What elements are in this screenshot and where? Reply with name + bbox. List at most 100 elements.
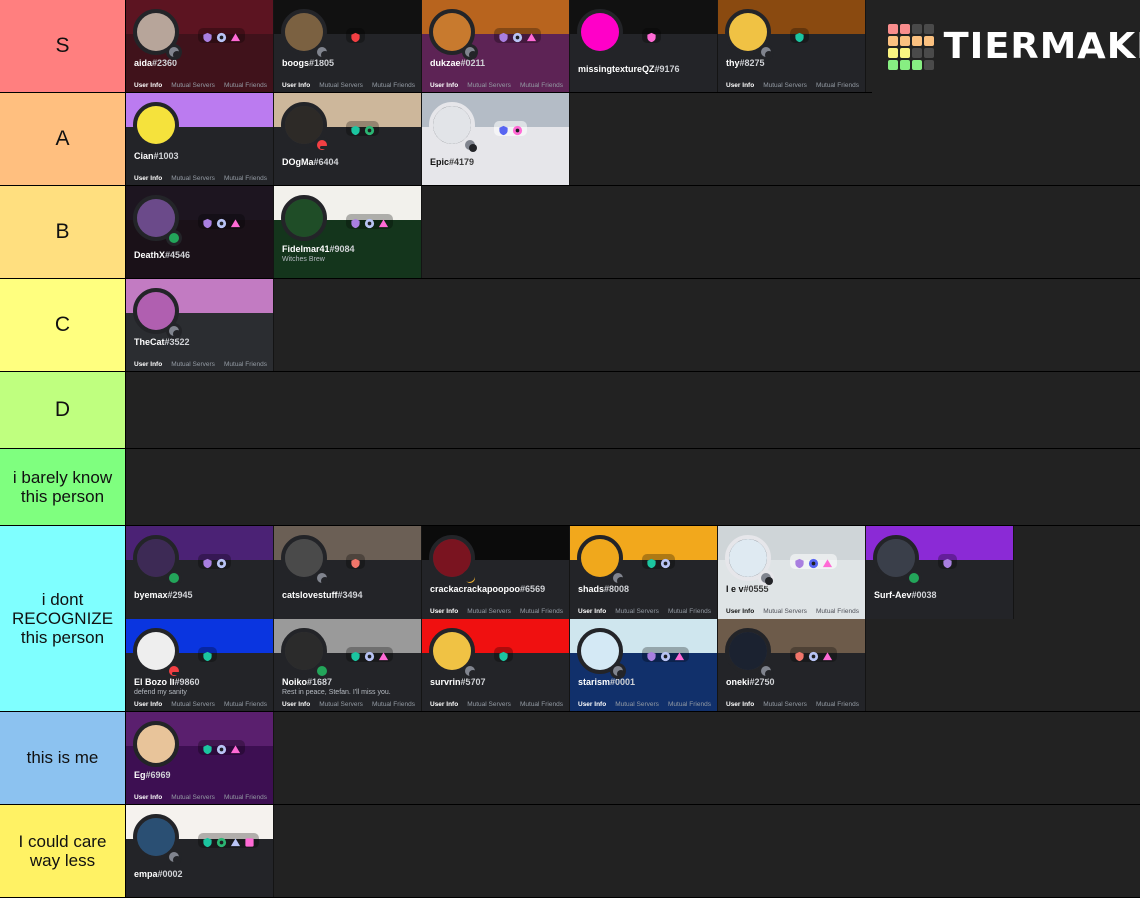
user-card[interactable]: Eg#6969 User Info Mutual Servers Mutual … <box>126 712 274 804</box>
card-tabs[interactable]: User Info Mutual Servers Mutual Friends <box>578 608 711 615</box>
user-card[interactable]: shads#8008 User Info Mutual Servers Mutu… <box>570 526 718 619</box>
tab-mutual-servers[interactable]: Mutual Servers <box>171 701 215 708</box>
avatar[interactable] <box>281 195 327 241</box>
user-card[interactable]: Epic#4179 <box>422 93 570 185</box>
card-tabs[interactable]: User Info Mutual Servers Mutual Friends <box>134 82 267 89</box>
avatar[interactable] <box>577 9 623 55</box>
card-tabs[interactable]: User Info Mutual Servers Mutual Friends <box>430 608 563 615</box>
tab-mutual-servers[interactable]: Mutual Servers <box>615 701 659 708</box>
tab-mutual-servers[interactable]: Mutual Servers <box>171 175 215 182</box>
card-tabs[interactable]: User Info Mutual Servers Mutual Friends <box>134 175 267 182</box>
tier-label-4[interactable]: C <box>0 279 126 371</box>
avatar[interactable] <box>133 721 179 767</box>
user-card[interactable]: TheCat#3522 User Info Mutual Servers Mut… <box>126 279 274 371</box>
user-card[interactable]: DeathX#4546 <box>126 186 274 278</box>
tier-label-8[interactable]: this is me <box>0 712 126 804</box>
tier-items[interactable] <box>126 449 1140 525</box>
tab-user-info[interactable]: User Info <box>430 608 458 615</box>
tab-mutual-servers[interactable]: Mutual Servers <box>467 608 511 615</box>
card-tabs[interactable]: User Info Mutual Servers Mutual Friends <box>134 701 267 708</box>
card-tabs[interactable]: User Info Mutual Servers Mutual Friends <box>726 701 859 708</box>
tab-user-info[interactable]: User Info <box>134 175 162 182</box>
avatar[interactable] <box>133 102 179 148</box>
tier-items[interactable]: TheCat#3522 User Info Mutual Servers Mut… <box>126 279 1140 371</box>
tab-user-info[interactable]: User Info <box>726 701 754 708</box>
tab-user-info[interactable]: User Info <box>726 82 754 89</box>
tier-label-7[interactable]: i dont RECOGNIZE this person <box>0 526 126 711</box>
tier-items[interactable]: Cian#1003 User Info Mutual Servers Mutua… <box>126 93 1140 185</box>
tier-label-6[interactable]: i barely know this person <box>0 449 126 525</box>
user-card[interactable]: I e v#0555 User Info Mutual Servers Mutu… <box>718 526 866 619</box>
tab-mutual-friends[interactable]: Mutual Friends <box>224 701 267 708</box>
user-card[interactable]: empa#0002 <box>126 805 274 897</box>
card-tabs[interactable]: User Info Mutual Servers Mutual Friends <box>726 82 859 89</box>
user-card[interactable]: DOgMa#6404 <box>274 93 422 185</box>
tab-mutual-friends[interactable]: Mutual Friends <box>224 175 267 182</box>
tab-user-info[interactable]: User Info <box>134 701 162 708</box>
tab-mutual-servers[interactable]: Mutual Servers <box>171 82 215 89</box>
user-card[interactable]: El Bozo II#9860 defend my sanity User In… <box>126 619 274 711</box>
card-tabs[interactable]: User Info Mutual Servers Mutual Friends <box>282 82 415 89</box>
user-card[interactable]: catslovestuff#3494 <box>274 526 422 619</box>
tab-mutual-friends[interactable]: Mutual Friends <box>520 608 563 615</box>
user-card[interactable]: aida#2360 User Info Mutual Servers Mutua… <box>126 0 274 92</box>
user-card[interactable]: missingtextureQZ#9176 <box>570 0 718 92</box>
tier-items[interactable]: Eg#6969 User Info Mutual Servers Mutual … <box>126 712 1140 804</box>
tab-mutual-servers[interactable]: Mutual Servers <box>467 701 511 708</box>
tab-mutual-friends[interactable]: Mutual Friends <box>816 82 859 89</box>
card-tabs[interactable]: User Info Mutual Servers Mutual Friends <box>430 82 563 89</box>
tab-mutual-servers[interactable]: Mutual Servers <box>171 361 215 368</box>
tab-user-info[interactable]: User Info <box>430 701 458 708</box>
user-card[interactable]: starism#0001 User Info Mutual Servers Mu… <box>570 619 718 711</box>
tab-user-info[interactable]: User Info <box>282 82 310 89</box>
tab-mutual-servers[interactable]: Mutual Servers <box>467 82 511 89</box>
tab-user-info[interactable]: User Info <box>134 361 162 368</box>
user-card[interactable]: Noiko#1687 Rest in peace, Stefan. I'll m… <box>274 619 422 711</box>
user-card[interactable]: thy#8275 User Info Mutual Servers Mutual… <box>718 0 866 92</box>
user-card[interactable]: Fidelmar41#9084 Witches Brew <box>274 186 422 278</box>
tab-mutual-servers[interactable]: Mutual Servers <box>319 701 363 708</box>
tab-mutual-friends[interactable]: Mutual Friends <box>816 701 859 708</box>
tab-user-info[interactable]: User Info <box>726 608 754 615</box>
tab-user-info[interactable]: User Info <box>134 794 162 801</box>
card-tabs[interactable]: User Info Mutual Servers Mutual Friends <box>134 361 267 368</box>
tab-mutual-friends[interactable]: Mutual Friends <box>520 701 563 708</box>
tab-mutual-servers[interactable]: Mutual Servers <box>763 701 807 708</box>
tab-mutual-friends[interactable]: Mutual Friends <box>668 701 711 708</box>
user-card[interactable]: crackacrackapoopoo#6569 User Info Mutual… <box>422 526 570 619</box>
tier-label-1[interactable]: S <box>0 0 126 92</box>
tab-mutual-friends[interactable]: Mutual Friends <box>224 794 267 801</box>
user-card[interactable]: survrin#5707 User Info Mutual Servers Mu… <box>422 619 570 711</box>
tier-label-5[interactable]: D <box>0 372 126 448</box>
tier-items[interactable] <box>126 372 1140 448</box>
tab-mutual-friends[interactable]: Mutual Friends <box>668 608 711 615</box>
tab-user-info[interactable]: User Info <box>578 701 606 708</box>
tab-user-info[interactable]: User Info <box>134 82 162 89</box>
tab-user-info[interactable]: User Info <box>282 701 310 708</box>
card-tabs[interactable]: User Info Mutual Servers Mutual Friends <box>430 701 563 708</box>
tab-mutual-friends[interactable]: Mutual Friends <box>816 608 859 615</box>
tier-items[interactable]: DeathX#4546 Fidelmar41#9084 Witches Brew <box>126 186 1140 278</box>
card-tabs[interactable]: User Info Mutual Servers Mutual Friends <box>578 701 711 708</box>
tab-mutual-friends[interactable]: Mutual Friends <box>224 82 267 89</box>
user-card[interactable]: byemax#2945 <box>126 526 274 619</box>
tab-mutual-servers[interactable]: Mutual Servers <box>763 608 807 615</box>
tab-mutual-friends[interactable]: Mutual Friends <box>372 701 415 708</box>
user-card[interactable]: dukzae#0211 User Info Mutual Servers Mut… <box>422 0 570 92</box>
tab-mutual-servers[interactable]: Mutual Servers <box>319 82 363 89</box>
tab-mutual-servers[interactable]: Mutual Servers <box>171 794 215 801</box>
card-tabs[interactable]: User Info Mutual Servers Mutual Friends <box>282 701 415 708</box>
tab-mutual-servers[interactable]: Mutual Servers <box>615 608 659 615</box>
user-card[interactable]: oneki#2750 User Info Mutual Servers Mutu… <box>718 619 866 711</box>
tab-user-info[interactable]: User Info <box>578 608 606 615</box>
card-tabs[interactable]: User Info Mutual Servers Mutual Friends <box>134 794 267 801</box>
tab-mutual-servers[interactable]: Mutual Servers <box>763 82 807 89</box>
user-card[interactable]: Surf-Aev#0038 <box>866 526 1014 619</box>
tab-mutual-friends[interactable]: Mutual Friends <box>224 361 267 368</box>
user-card[interactable]: Cian#1003 User Info Mutual Servers Mutua… <box>126 93 274 185</box>
tab-mutual-friends[interactable]: Mutual Friends <box>520 82 563 89</box>
tab-mutual-friends[interactable]: Mutual Friends <box>372 82 415 89</box>
tier-label-9[interactable]: I could care way less <box>0 805 126 897</box>
tier-items[interactable]: byemax#2945 catslovestuff#3494 crackacra… <box>126 526 1140 711</box>
card-tabs[interactable]: User Info Mutual Servers Mutual Friends <box>726 608 859 615</box>
